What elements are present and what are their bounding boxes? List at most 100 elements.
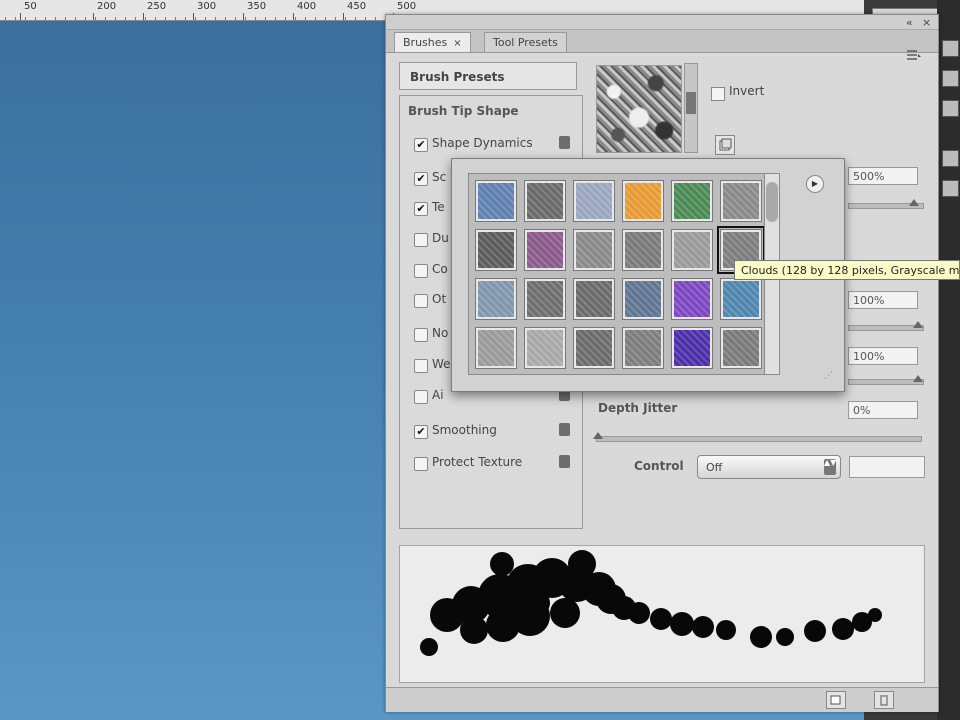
brush-stroke-dab — [776, 628, 794, 646]
ruler-minor-tick — [365, 17, 366, 20]
depth-jitter-slider[interactable] — [593, 432, 922, 442]
dock-tool-icon[interactable] — [942, 70, 959, 87]
control-dropdown[interactable]: Off ▲▼ — [697, 455, 841, 479]
pattern-swatch[interactable] — [622, 229, 664, 271]
pattern-swatch[interactable] — [524, 180, 566, 222]
pattern-swatch[interactable] — [622, 278, 664, 320]
brush-option-row[interactable]: Protect Texture — [400, 449, 580, 477]
ruler-minor-tick — [145, 17, 146, 20]
pattern-swatch[interactable] — [475, 180, 517, 222]
depth-field[interactable]: 100% — [848, 347, 918, 365]
option-checkbox[interactable]: ✔ — [414, 425, 428, 439]
pattern-swatch[interactable] — [475, 327, 517, 369]
option-checkbox[interactable] — [414, 294, 428, 308]
ruler-minor-tick — [215, 17, 216, 20]
dock-tool-icon[interactable] — [942, 100, 959, 117]
option-checkbox[interactable] — [414, 264, 428, 278]
option-checkbox[interactable] — [414, 359, 428, 373]
pattern-swatch[interactable] — [671, 327, 713, 369]
brush-option-row[interactable]: ✔ Smoothing — [400, 417, 580, 445]
picker-menu-arrow-icon[interactable]: ▶ — [806, 175, 824, 193]
lock-icon[interactable] — [559, 136, 570, 149]
option-checkbox[interactable] — [414, 390, 428, 404]
pattern-swatch[interactable] — [720, 180, 762, 222]
ruler-minor-tick — [115, 17, 116, 20]
tab-tool-presets[interactable]: Tool Presets — [484, 32, 567, 52]
option-checkbox[interactable] — [414, 457, 428, 471]
brush-option-row[interactable]: ✔ Shape Dynamics — [400, 130, 580, 158]
pattern-swatch[interactable] — [573, 180, 615, 222]
control-extra-field[interactable] — [849, 456, 925, 478]
depth-slider[interactable] — [848, 375, 924, 385]
collapse-icon[interactable]: « — [906, 16, 913, 29]
tab-brushes[interactable]: Brushes × — [394, 32, 471, 52]
option-checkbox[interactable]: ✔ — [414, 138, 428, 152]
ruler-minor-tick — [25, 17, 26, 20]
option-checkbox[interactable]: ✔ — [414, 202, 428, 216]
create-new-brush-icon[interactable] — [826, 691, 846, 709]
ruler-minor-tick — [285, 17, 286, 20]
dock-tool-icon[interactable] — [942, 180, 959, 197]
lock-icon[interactable] — [559, 455, 570, 468]
ruler-tick — [343, 13, 344, 20]
option-checkbox[interactable] — [414, 233, 428, 247]
lock-icon[interactable] — [559, 423, 570, 436]
option-label: Smoothing — [432, 423, 497, 437]
option-checkbox[interactable] — [414, 328, 428, 342]
pattern-swatch[interactable] — [573, 278, 615, 320]
panel-menu-icon[interactable] — [906, 49, 922, 63]
pattern-swatch[interactable] — [622, 327, 664, 369]
close-tab-icon[interactable]: × — [453, 38, 461, 49]
pattern-swatch[interactable] — [573, 327, 615, 369]
new-pattern-preset-button[interactable] — [715, 135, 735, 155]
pattern-swatch[interactable] — [475, 278, 517, 320]
ruler-tick — [293, 13, 294, 20]
panel-title-bar[interactable]: « × — [386, 15, 938, 30]
pattern-thumbnail[interactable] — [596, 65, 682, 153]
ruler-tick — [93, 13, 94, 20]
slider-knob[interactable] — [913, 321, 923, 328]
brush-tip-shape-header[interactable]: Brush Tip Shape — [408, 104, 519, 118]
pattern-swatch[interactable] — [573, 229, 615, 271]
pattern-swatch[interactable] — [524, 229, 566, 271]
brush-stroke-preview — [399, 545, 925, 683]
scrollbar-thumb[interactable] — [686, 92, 696, 114]
pattern-swatch[interactable] — [671, 278, 713, 320]
slider-knob[interactable] — [909, 199, 919, 206]
ruler-minor-tick — [235, 17, 236, 20]
pattern-thumbnail-scrollbar[interactable] — [684, 63, 698, 153]
ruler-minor-tick — [195, 17, 196, 20]
dock-tool-icon[interactable] — [942, 40, 959, 57]
option-checkbox[interactable]: ✔ — [414, 172, 428, 186]
pattern-swatch[interactable] — [524, 278, 566, 320]
brush-stroke-dab — [568, 550, 596, 578]
ruler-minor-tick — [205, 17, 206, 20]
texture-value-field[interactable]: 100% — [848, 291, 918, 309]
ruler-minor-tick — [135, 17, 136, 20]
brush-stroke-dab — [670, 612, 694, 636]
dock-tool-icon[interactable] — [942, 150, 959, 167]
invert-checkbox[interactable] — [711, 87, 725, 101]
scale-slider[interactable] — [848, 199, 924, 209]
delete-brush-icon[interactable] — [874, 691, 894, 709]
pattern-swatch[interactable] — [720, 278, 762, 320]
pattern-swatch[interactable] — [524, 327, 566, 369]
pattern-swatch[interactable] — [671, 229, 713, 271]
scrollbar-thumb[interactable] — [766, 182, 778, 222]
pattern-swatch[interactable] — [720, 327, 762, 369]
pattern-swatch[interactable] — [622, 180, 664, 222]
resize-grip-icon[interactable]: ⋰ — [824, 371, 834, 381]
texture-slider[interactable] — [848, 321, 924, 331]
brush-stroke-dab — [524, 590, 550, 616]
slider-knob[interactable] — [593, 432, 603, 439]
brush-stroke-dab — [832, 618, 854, 640]
depth-jitter-field[interactable]: 0% — [848, 401, 918, 419]
brush-presets-button[interactable]: Brush Presets — [399, 62, 577, 90]
brush-stroke-dab — [628, 602, 650, 624]
ruler-minor-tick — [185, 17, 186, 20]
scale-field[interactable]: 500% — [848, 167, 918, 185]
close-panel-icon[interactable]: × — [922, 16, 931, 29]
slider-knob[interactable] — [913, 375, 923, 382]
pattern-swatch[interactable] — [475, 229, 517, 271]
pattern-swatch[interactable] — [671, 180, 713, 222]
